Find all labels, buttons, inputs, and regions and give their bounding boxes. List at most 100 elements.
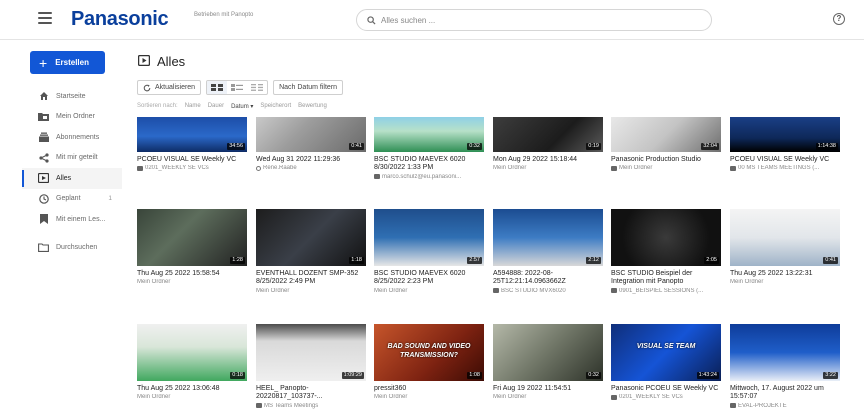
video-thumbnail[interactable]: 1:28 <box>137 209 247 266</box>
video-title[interactable]: Panasonic Production Studio <box>611 156 723 164</box>
video-location: 00 MS TEAMS MEETINGS (... <box>730 165 842 171</box>
sidebar-item-label: Startseite <box>56 92 86 100</box>
sidebar-item-scheduled[interactable]: Geplant 1 <box>22 189 122 210</box>
video-location: 0201_WEEKLY SE VCs <box>611 394 723 400</box>
sort-by-rating[interactable]: Bewertung <box>298 103 327 110</box>
video-title[interactable]: Thu Aug 25 2022 13:22:31 <box>730 270 842 278</box>
video-location: Mein Ordner <box>730 279 842 285</box>
video-thumbnail[interactable]: 0:18 <box>137 324 247 381</box>
folder-icon <box>493 288 499 293</box>
bookmark-icon <box>38 214 49 225</box>
video-title[interactable]: PCOEU VISUAL SE Weekly VC <box>730 156 842 164</box>
video-thumbnail[interactable]: 0:41 <box>256 117 366 152</box>
video-thumbnail[interactable]: VISUAL SE TEAM 1:43:24 <box>611 324 721 381</box>
video-location-text: Mein Ordner <box>493 165 527 171</box>
sidebar-item-shared-with-me[interactable]: Mit mir geteilt <box>22 148 122 169</box>
toolbar: Aktualisieren Nach Datum filtern <box>137 80 344 95</box>
video-title[interactable]: BSC STUDIO Beispiel der Integration mit … <box>611 270 723 287</box>
video-title[interactable]: BSC STUDIO MAEVEX 6020 8/30/2022 1:33 PM <box>374 156 486 173</box>
sidebar-item-browse[interactable]: Durchsuchen <box>22 238 122 259</box>
duration-badge: 32:04 <box>701 143 719 150</box>
page-title-text: Alles <box>157 54 186 69</box>
video-thumbnail[interactable]: 1:09:29 <box>256 324 366 381</box>
video-title[interactable]: Thu Aug 25 2022 13:06:48 <box>137 385 249 393</box>
sidebar-item-my-folder[interactable]: Mein Ordner <box>22 107 122 128</box>
library-icon <box>38 173 49 184</box>
create-button[interactable]: + Erstellen <box>30 51 105 74</box>
powered-by-panopto: Betrieben mit Panopto <box>194 12 254 18</box>
video-thumbnail[interactable]: 0:19 <box>493 117 603 152</box>
duration-badge: 0:19 <box>586 143 601 150</box>
video-location: Rene.Raabe <box>256 165 368 171</box>
video-thumbnail[interactable]: 32:04 <box>611 117 721 152</box>
video-thumbnail[interactable]: 0:32 <box>493 324 603 381</box>
grid-view-button[interactable] <box>207 81 228 94</box>
video-location: Mein Ordner <box>137 394 249 400</box>
duration-badge: 2:57 <box>467 257 482 264</box>
sidebar-item-bookmarked[interactable]: Mit einem Les... <box>22 209 122 230</box>
duration-badge: 1:14:38 <box>815 143 838 150</box>
panasonic-logo[interactable]: Panasonic <box>71 8 169 31</box>
sidebar-item-all[interactable]: Alles <box>22 168 122 189</box>
video-thumbnail[interactable]: 1:18 <box>256 209 366 266</box>
duration-badge: 1:28 <box>230 257 245 264</box>
video-title[interactable]: Fri Aug 19 2022 11:54:51 <box>493 385 605 393</box>
search-box[interactable] <box>356 9 712 31</box>
sort-by-duration[interactable]: Dauer <box>208 103 224 110</box>
video-title[interactable]: BSC STUDIO MAEVEX 6020 8/25/2022 2:23 PM <box>374 270 486 287</box>
duration-badge: 0:41 <box>349 143 364 150</box>
refresh-button[interactable]: Aktualisieren <box>137 80 202 95</box>
sidebar-item-home[interactable]: Startseite <box>22 86 122 107</box>
video-title[interactable]: Mon Aug 29 2022 15:18:44 <box>493 156 605 164</box>
search-input[interactable] <box>381 15 681 25</box>
thumbnail-overlay-text: VISUAL SE TEAM <box>636 343 696 350</box>
sidebar-item-label: Durchsuchen <box>56 244 98 252</box>
sidebar-nav: Startseite Mein Ordner Abonnements Mit m… <box>22 86 122 258</box>
video-thumbnail[interactable]: 0:32 <box>374 117 484 152</box>
duration-badge: 34:56 <box>227 143 245 150</box>
video-thumbnail[interactable]: 2:05 <box>611 209 721 266</box>
video-thumbnail[interactable]: 2:57 <box>374 209 484 266</box>
video-title[interactable]: HEEL_ Panopto-20220817_103737-... <box>256 385 368 402</box>
video-location: Mein Ordner <box>493 165 605 171</box>
duration-badge: 3:22 <box>823 372 838 379</box>
grid-view-icon <box>211 84 224 91</box>
video-title[interactable]: pressit360 <box>374 385 486 393</box>
sort-by-location[interactable]: Speicherort <box>260 103 291 110</box>
video-thumbnail[interactable]: 1:14:38 <box>730 117 840 152</box>
video-thumbnail[interactable]: 2:12 <box>493 209 603 266</box>
help-icon[interactable]: ? <box>833 13 845 25</box>
video-thumbnail[interactable]: 3:22 <box>730 324 840 381</box>
sort-by-date[interactable]: Datum ▾ <box>231 103 253 110</box>
scheduled-count-badge: 1 <box>108 195 112 203</box>
folder-icon <box>38 111 49 122</box>
date-filter-button[interactable]: Nach Datum filtern <box>273 80 344 95</box>
video-title[interactable]: Thu Aug 25 2022 15:58:54 <box>137 270 249 278</box>
video-location-text: marco.schulz@eu.panasoni... <box>382 173 462 180</box>
search-icon <box>367 15 376 25</box>
video-title[interactable]: EVENTHALL DOZENT SMP-352 8/25/2022 2:49 … <box>256 270 368 287</box>
menu-icon[interactable] <box>38 12 52 24</box>
duration-badge: 0:41 <box>823 257 838 264</box>
video-location-text: Mein Ordner <box>137 279 171 285</box>
video-title[interactable]: A594888: 2022-08-25T12:21:14.0963662Z <box>493 270 605 287</box>
date-filter-label: Nach Datum filtern <box>279 84 338 91</box>
refresh-button-label: Aktualisieren <box>155 84 196 91</box>
folder-icon <box>137 165 143 171</box>
list-view-icon <box>251 84 264 91</box>
video-title[interactable]: Wed Aug 31 2022 11:29:36 <box>256 156 368 164</box>
video-thumbnail[interactable]: BAD SOUND AND VIDEO TRANSMISSION? 1:08 <box>374 324 484 381</box>
video-location-text: Mein Ordner <box>256 287 290 294</box>
sort-by-name[interactable]: Name <box>185 103 201 110</box>
duration-badge: 1:43:24 <box>696 372 719 379</box>
detail-view-button[interactable] <box>227 81 247 94</box>
video-title[interactable]: Mittwoch, 17. August 2022 um 15:57:07 <box>730 385 842 402</box>
list-view-button[interactable] <box>247 81 267 94</box>
video-title[interactable]: PCOEU VISUAL SE Weekly VC <box>137 156 249 164</box>
video-location-text: 0201_WEEKLY SE VCs <box>619 394 683 400</box>
video-grid: 34:56 PCOEU VISUAL SE Weekly VC 0201_WEEKL… <box>0 0 864 412</box>
sidebar-item-subscriptions[interactable]: Abonnements <box>22 127 122 148</box>
video-thumbnail[interactable]: 34:56 <box>137 117 247 152</box>
video-thumbnail[interactable]: 0:41 <box>730 209 840 266</box>
video-title[interactable]: Panasonic PCOEU SE Weekly VC <box>611 385 723 393</box>
